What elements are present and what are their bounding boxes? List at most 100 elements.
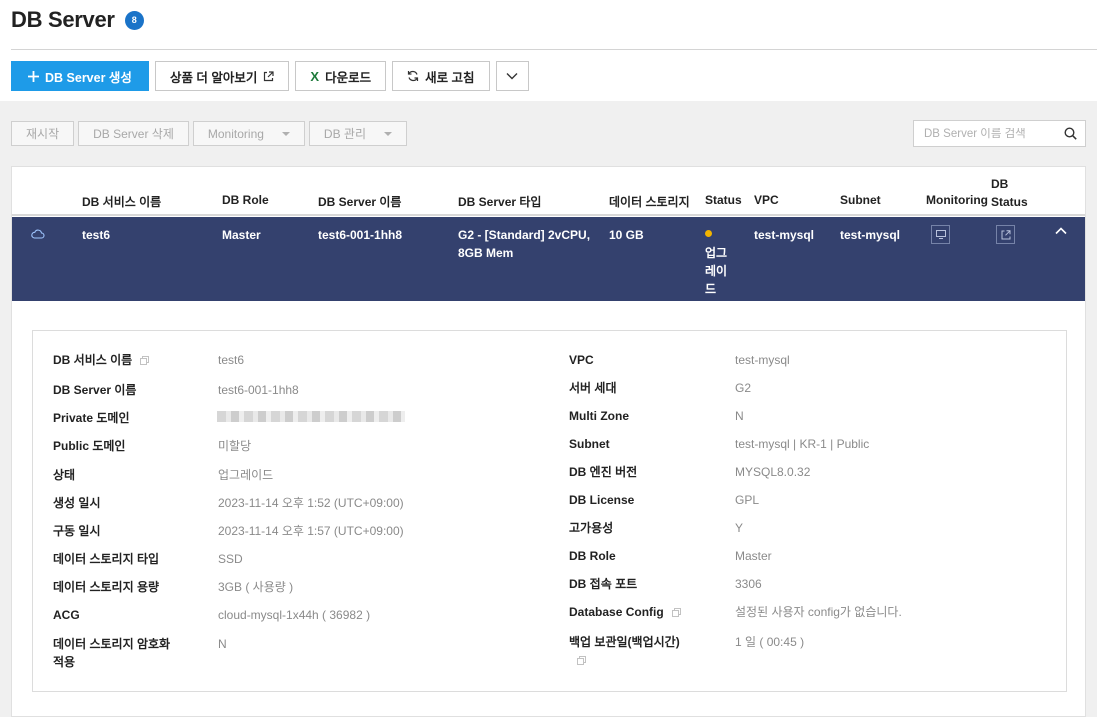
private-domain-redacted bbox=[217, 411, 405, 422]
db-manage-dropdown[interactable]: DB 관리 bbox=[308, 121, 408, 146]
download-button[interactable]: X 다운로드 bbox=[295, 61, 387, 91]
detail-value: GPL bbox=[735, 493, 760, 507]
page-title: DB Server bbox=[11, 7, 115, 32]
table-header: DB 서비스 이름 DB Role DB Server 이름 DB Server… bbox=[12, 167, 1085, 216]
detail-label: Private 도메인 bbox=[53, 411, 130, 425]
detail-value: Y bbox=[735, 521, 744, 535]
chevron-down-icon bbox=[506, 72, 518, 80]
chevron-up-icon[interactable] bbox=[1055, 227, 1067, 235]
monitoring-dropdown[interactable]: Monitoring bbox=[192, 121, 305, 146]
detail-panel: DB 서비스 이름 test6 DB Server 이름 test6-001-1… bbox=[32, 330, 1067, 692]
cell-server-name: test6-001-1hh8 bbox=[318, 228, 403, 242]
caret-down-icon bbox=[384, 131, 393, 136]
cell-vpc: test-mysql bbox=[754, 228, 815, 242]
search-input[interactable] bbox=[924, 127, 1064, 140]
detail-label: 고가용성 bbox=[569, 521, 614, 535]
detail-label: 서버 세대 bbox=[569, 381, 617, 395]
detail-label: DB License bbox=[569, 493, 635, 507]
detail-value: 설정된 사용자 config가 없습니다. bbox=[735, 605, 902, 619]
cell-db-role: Master bbox=[222, 228, 261, 242]
detail-value: N bbox=[218, 637, 227, 651]
detail-value: MYSQL8.0.32 bbox=[735, 465, 811, 479]
cell-status-line3: 드 bbox=[705, 282, 717, 296]
db-server-table: DB 서비스 이름 DB Role DB Server 이름 DB Server… bbox=[11, 166, 1086, 717]
status-dot-icon bbox=[705, 230, 712, 237]
detail-label: DB 엔진 버전 bbox=[569, 465, 638, 479]
refresh-icon bbox=[407, 70, 419, 82]
delete-db-server-button[interactable]: DB Server 삭제 bbox=[78, 121, 189, 146]
page-header: DB Server 8 bbox=[11, 5, 144, 35]
header-db-status-line1: DB bbox=[991, 177, 1009, 191]
more-dropdown-button[interactable] bbox=[495, 61, 529, 91]
restart-button[interactable]: 재시작 bbox=[11, 121, 75, 146]
detail-label: 생성 일시 bbox=[53, 496, 101, 510]
copy-icon[interactable] bbox=[671, 604, 681, 622]
detail-value: test6 bbox=[218, 353, 245, 367]
detail-label: DB Server 이름 bbox=[53, 383, 137, 397]
detail-label: 백업 보관일(백업시간) bbox=[569, 633, 680, 670]
header-server-type[interactable]: DB Server 타입 bbox=[458, 193, 541, 210]
cell-status: 업그 레이 드 bbox=[705, 226, 727, 298]
detail-label: Multi Zone bbox=[569, 409, 629, 423]
detail-value: 3306 bbox=[735, 577, 762, 591]
detail-label: DB 서비스 이름 bbox=[53, 351, 150, 370]
detail-label: 상태 bbox=[53, 468, 76, 482]
detail-value: 미할당 bbox=[218, 439, 252, 453]
db-manage-dropdown-label: DB 관리 bbox=[323, 127, 367, 141]
detail-value: N bbox=[735, 409, 744, 423]
detail-value: 1 일 ( 00:45 ) bbox=[735, 635, 805, 649]
header-service-name[interactable]: DB 서비스 이름 bbox=[82, 193, 161, 210]
header-server-name[interactable]: DB Server 이름 bbox=[318, 193, 401, 210]
header-divider bbox=[11, 49, 1097, 50]
db-status-icon-button[interactable] bbox=[996, 225, 1015, 244]
cell-service-name: test6 bbox=[82, 228, 111, 242]
header-db-status-line2: Status bbox=[991, 195, 1028, 209]
cell-server-type-line2: 8GB Mem bbox=[458, 246, 514, 260]
cell-storage: 10 GB bbox=[609, 228, 644, 242]
copy-icon[interactable] bbox=[577, 652, 586, 670]
toolbar: DB Server 생성 상품 더 알아보기 X 다운로드 새로 고침 bbox=[11, 61, 529, 91]
detail-label: 데이터 스토리지 타입 bbox=[53, 552, 160, 566]
search-box bbox=[913, 120, 1086, 147]
search-icon[interactable] bbox=[1064, 127, 1077, 140]
detail-value: test-mysql | KR-1 | Public bbox=[735, 437, 870, 451]
header-storage[interactable]: 데이터 스토리지 bbox=[609, 193, 690, 210]
caret-down-icon bbox=[281, 131, 290, 136]
excel-icon: X bbox=[310, 68, 320, 84]
detail-label: Database Config bbox=[569, 603, 681, 622]
monitor-icon bbox=[935, 230, 946, 239]
monitoring-dropdown-label: Monitoring bbox=[207, 126, 264, 141]
header-monitoring[interactable]: Monitoring bbox=[926, 193, 988, 207]
monitoring-icon-button[interactable] bbox=[931, 225, 950, 244]
external-link-icon bbox=[263, 70, 274, 82]
detail-value: Master bbox=[735, 549, 772, 563]
count-badge: 8 bbox=[124, 10, 144, 30]
cell-server-type-line1: G2 - [Standard] 2vCPU, bbox=[458, 228, 591, 242]
detail-value: test-mysql bbox=[735, 353, 790, 367]
header-db-status[interactable]: DB Status bbox=[991, 175, 1028, 211]
detail-value: 2023-11-14 오후 1:52 (UTC+09:00) bbox=[218, 496, 404, 510]
plus-icon bbox=[28, 70, 39, 82]
table-row[interactable]: test6 Master test6-001-1hh8 G2 - [Standa… bbox=[12, 217, 1085, 301]
header-subnet[interactable]: Subnet bbox=[840, 193, 881, 207]
cell-subnet: test-mysql bbox=[840, 228, 901, 242]
detail-value: 2023-11-14 오후 1:57 (UTC+09:00) bbox=[218, 524, 404, 538]
header-db-role[interactable]: DB Role bbox=[222, 193, 269, 207]
detail-value: 업그레이드 bbox=[218, 468, 274, 482]
detail-label: VPC bbox=[569, 353, 594, 367]
detail-value: 3GB ( 사용량 ) bbox=[218, 580, 294, 594]
learn-more-button[interactable]: 상품 더 알아보기 bbox=[154, 61, 290, 91]
cell-server-type: G2 - [Standard] 2vCPU, 8GB Mem bbox=[458, 226, 590, 262]
create-db-server-button[interactable]: DB Server 생성 bbox=[11, 61, 149, 91]
copy-icon[interactable] bbox=[140, 352, 150, 370]
detail-value: cloud-mysql-1x44h ( 36982 ) bbox=[218, 608, 371, 622]
detail-label: Subnet bbox=[569, 437, 610, 451]
cloud-db-icon bbox=[31, 229, 45, 239]
detail-value: G2 bbox=[735, 381, 752, 395]
header-status[interactable]: Status bbox=[705, 193, 742, 207]
create-button-label: DB Server 생성 bbox=[45, 70, 132, 85]
header-vpc[interactable]: VPC bbox=[754, 193, 779, 207]
refresh-button[interactable]: 새로 고침 bbox=[392, 61, 490, 91]
detail-label: 구동 일시 bbox=[53, 524, 101, 538]
cell-status-line1: 업그 bbox=[705, 246, 728, 260]
